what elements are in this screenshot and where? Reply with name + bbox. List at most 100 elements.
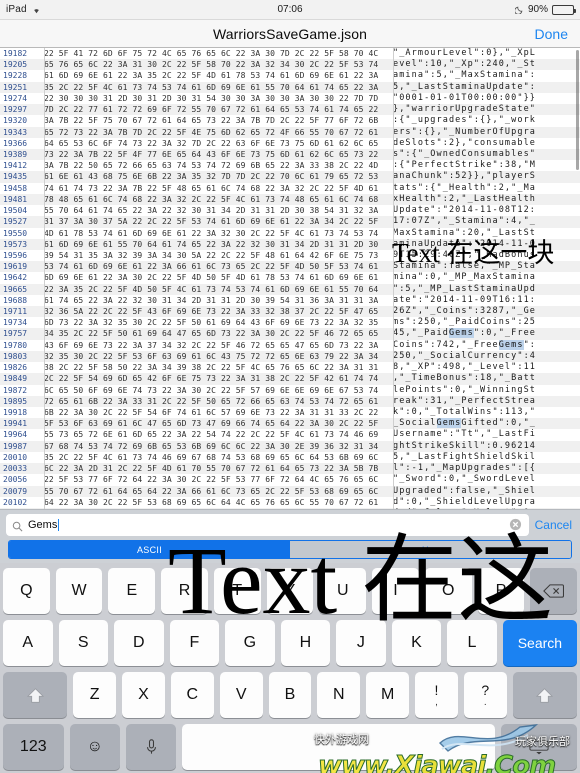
hex-row-offset: 19343 [3, 127, 28, 137]
hex-row-bytes: 65 72 73 22 3A 7B 7D 2C 22 5F 4E 75 6D 6… [44, 127, 379, 137]
hex-row-ascii: d":0,"_ShieldLevelUpgra [393, 496, 537, 507]
hex-row: 19573 61 6D 69 6E 61 55 70 64 61 74 65 22… [0, 238, 580, 250]
hex-row-offset: 19550 [3, 228, 28, 238]
search-match: Gems [448, 328, 474, 339]
key-b[interactable]: B [268, 672, 312, 718]
cancel-button[interactable]: Cancel [535, 518, 574, 532]
hex-viewer[interactable]: 19182 22 5F 41 72 6D 6F 75 72 4C 65 76 65… [0, 48, 580, 509]
hex-row: 19757 34 35 2C 22 5F 50 61 69 64 47 65 6D… [0, 328, 580, 340]
hex-row-ascii: 8,"_XP":498,"_Level":11 [393, 362, 537, 373]
key-x[interactable]: X [122, 672, 165, 718]
hex-row-bytes: 22 5F 41 72 6D 6F 75 72 4C 65 76 65 6C 2… [44, 49, 379, 58]
hex-row-offset: 19711 [3, 307, 28, 317]
search-button[interactable]: Search [502, 620, 578, 666]
emoji-icon[interactable]: ☺ [69, 724, 120, 770]
key-l[interactable]: L [447, 620, 497, 666]
hex-row-ascii: reak":31,"_PerfectStrea [393, 395, 537, 406]
hex-row: 19826 38 2C 22 5F 58 50 22 3A 34 39 38 2C… [0, 362, 580, 373]
tab-hex[interactable]: Hex [290, 541, 571, 558]
hex-row-bytes: 7D 2C 22 77 61 72 72 69 6F 72 55 70 67 7… [44, 105, 379, 115]
key-u[interactable]: U [319, 568, 367, 614]
hex-row-offset: 20056 [3, 475, 28, 485]
key-m[interactable]: M [366, 672, 410, 718]
hex-row-ascii: },"warriorUpgradeState" [393, 104, 537, 115]
hex-row-bytes: 43 6F 69 6E 73 22 3A 37 34 32 2C 22 5F 4… [44, 340, 379, 350]
hex-row-offset: 19849 [3, 374, 28, 384]
mode-selector[interactable]: ASCII Hex [8, 540, 572, 559]
ascii-divider [393, 48, 394, 509]
key-q[interactable]: Q [2, 568, 50, 614]
key-r[interactable]: R [161, 568, 208, 614]
vertical-scrollbar[interactable] [576, 50, 579, 170]
shift-icon-right[interactable] [512, 672, 577, 718]
hex-row-bytes: 64 65 64 22 3A 66 61 6C 73 65 2C 22 5F 4… [44, 508, 393, 510]
hex-row-bytes: 61 6E 61 43 68 75 6E 6B 22 3A 35 32 7D 7… [44, 172, 379, 182]
key-a[interactable]: A [2, 620, 53, 666]
key-f[interactable]: F [169, 620, 220, 666]
key-w[interactable]: W [55, 568, 103, 614]
hex-row-bytes: 3A 7B 22 5F 75 70 67 72 61 64 65 73 22 3… [44, 116, 379, 126]
hex-row: 19941 5F 53 6F 63 69 61 6C 47 65 6D 73 47… [0, 418, 580, 430]
hex-row-ascii: l":-1,"_MapUpgrades":[{ [393, 463, 537, 474]
hex-row-bytes: 38 2C 22 5F 58 50 22 3A 34 39 38 2C 22 5… [44, 363, 379, 373]
hex-row-bytes: 61 6D 69 6E 61 22 3A 35 2C 22 5F 4D 61 7… [44, 71, 379, 81]
hex-row-offset: 20033 [3, 464, 28, 474]
hex-row-ascii: 26Z","_Coins":3287,"_Ge [393, 306, 537, 317]
hex-row-bytes: 55 70 67 72 61 64 65 64 22 3A 66 61 6C 7… [44, 486, 379, 496]
key-y[interactable]: Y [266, 568, 314, 614]
key-space[interactable] [182, 724, 496, 770]
key-p[interactable]: P [477, 568, 525, 614]
key-exclamation-comma[interactable]: !, [415, 672, 458, 718]
key-v[interactable]: V [219, 672, 263, 718]
hex-row: 20079 55 70 67 72 61 64 65 64 22 3A 66 61… [0, 485, 580, 497]
hex-row-ascii: ghtStrikeSkill":0.96214 [393, 440, 537, 451]
hex-row-offset: 19826 [3, 363, 28, 373]
key-g[interactable]: G [225, 620, 275, 666]
key-i[interactable]: I [372, 568, 419, 614]
shift-icon-left[interactable] [3, 672, 68, 718]
hex-row-offset: 19918 [3, 408, 28, 417]
key-d[interactable]: D [114, 620, 164, 666]
key-t[interactable]: T [213, 568, 261, 614]
keyboard-row-3: Z X C V B N M!,?. [3, 672, 577, 718]
search-match: Gems [436, 418, 462, 429]
hex-row-offset: 19941 [3, 419, 28, 429]
hex-row-ascii: :{"PerfectStrike":38,"M [393, 160, 537, 171]
hex-row-ascii: _SocialGemsGifted":0,"_ [393, 418, 537, 429]
hex-row-ascii: ":5,"_MP_LastStaminaUpd [393, 283, 537, 294]
hex-row-bytes: 6D 69 6E 61 22 3A 30 2C 22 5F 4D 50 5F 4… [44, 273, 379, 283]
backspace-icon[interactable] [530, 568, 578, 614]
hex-rows-container: 19182 22 5F 41 72 6D 6F 75 72 4C 65 76 65… [0, 48, 580, 509]
microphone-icon[interactable] [126, 724, 177, 770]
clear-icon[interactable] [509, 518, 522, 531]
key-z[interactable]: Z [73, 672, 117, 718]
hex-row-ascii: ate":"2014-11-09T16:11: [393, 294, 537, 305]
hex-row-bytes: 55 70 64 61 74 65 22 3A 22 32 30 31 34 2… [44, 206, 379, 216]
hex-row-bytes: 2C 22 5F 54 69 6D 65 42 6F 6E 75 73 22 3… [44, 374, 379, 384]
key-question-period[interactable]: ?. [463, 672, 507, 718]
search-input[interactable]: Gems [6, 513, 529, 536]
hex-row: 19205 65 76 65 6C 22 3A 31 30 2C 22 5F 58… [0, 59, 580, 71]
key-e[interactable]: E [108, 568, 156, 614]
key-c[interactable]: C [170, 672, 214, 718]
keyboard: QWERTYUIOP A S D F G H J K L Search Z X C V B N M!,?. 1… [0, 563, 580, 773]
hex-row: 19872 6C 65 50 6F 69 6E 74 73 22 3A 30 2C… [0, 385, 580, 396]
hex-row-offset: 19803 [3, 351, 28, 361]
hex-row: 19964 55 73 65 72 6E 61 6D 65 22 3A 22 54… [0, 429, 580, 440]
hex-row-ascii: ers":{},"_NumberOfUpgra [393, 126, 537, 137]
key-o[interactable]: O [424, 568, 472, 614]
hex-row: 19688 61 74 65 22 3A 22 32 30 31 34 2D 31… [0, 295, 580, 306]
done-button[interactable]: Done [535, 26, 568, 42]
key-k[interactable]: K [391, 620, 442, 666]
hex-row-offset: 19757 [3, 329, 28, 339]
key-numbers[interactable]: 123 [3, 724, 64, 770]
hex-row: 19550 4D 61 78 53 74 61 6D 69 6E 61 22 3A… [0, 228, 580, 239]
key-n[interactable]: N [317, 672, 361, 718]
hex-row: 19343 65 72 73 22 3A 7B 7D 2C 22 5F 4E 75… [0, 126, 580, 138]
hide-keyboard-icon[interactable] [501, 724, 577, 770]
key-j[interactable]: J [336, 620, 386, 666]
key-s[interactable]: S [58, 620, 109, 666]
key-h[interactable]: H [280, 620, 331, 666]
search-value: Gems [28, 518, 58, 531]
tab-ascii[interactable]: ASCII [9, 541, 290, 558]
